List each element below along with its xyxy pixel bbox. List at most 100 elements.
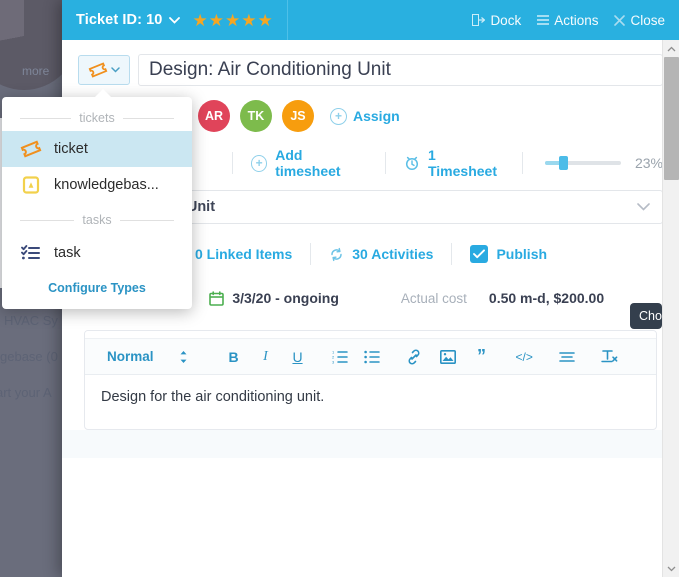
publish-label: Publish [496, 246, 548, 262]
add-timesheet-label: Add timesheet [275, 147, 341, 179]
italic-icon[interactable]: I [254, 344, 278, 370]
updown-caret-icon[interactable] [172, 344, 196, 370]
actual-cost-value: 0.50 m-d, $200.00 [488, 290, 605, 306]
editor-top-strip [85, 331, 656, 339]
refresh-icon [329, 247, 344, 262]
avatar-initials: JS [290, 109, 306, 123]
divider [119, 219, 174, 221]
popover-arrow [94, 89, 112, 98]
popover-section-header: tickets [2, 107, 192, 131]
ticket-icon [88, 61, 108, 79]
clear-format-icon[interactable] [597, 344, 622, 370]
actual-schedule-value: 3/3/20 - ongoing [232, 290, 339, 306]
section-title: tickets [79, 111, 115, 125]
popover-section-header: tasks [2, 203, 192, 233]
assign-button[interactable]: + Assign [330, 107, 400, 125]
close-label: Close [630, 12, 665, 28]
chevron-up-icon[interactable] [663, 40, 679, 57]
choose-tooltip: Choose [630, 303, 662, 329]
ticket-id-group[interactable]: Ticket ID: 10 ★ ★ ★ ★ ★ [62, 0, 288, 40]
bold-icon[interactable]: B [222, 344, 246, 370]
progress-slider-knob[interactable] [559, 156, 569, 170]
blockquote-icon[interactable]: ” [470, 344, 494, 370]
image-icon[interactable] [436, 344, 460, 370]
avatar-initials: TK [247, 109, 265, 123]
close-icon [614, 14, 626, 26]
star-icon[interactable]: ★ [209, 12, 224, 29]
modal-scrollbar[interactable] [662, 40, 679, 577]
star-icon[interactable]: ★ [241, 12, 256, 29]
bullet-list-icon[interactable] [360, 344, 384, 370]
title-row [62, 40, 679, 96]
dock-button[interactable]: Dock [472, 13, 521, 28]
activities-label: 30 Activities [352, 246, 434, 262]
editor-footer-space [62, 430, 679, 458]
divider [122, 117, 174, 119]
type-option-label: ticket [54, 141, 88, 157]
ticket-icon [20, 139, 42, 159]
clock-icon [404, 155, 420, 171]
divider [20, 219, 75, 221]
avatar[interactable]: JS [282, 100, 314, 132]
link-icon[interactable] [402, 344, 426, 370]
divider [20, 117, 72, 119]
avatar-initials: AR [204, 109, 224, 123]
description-content[interactable]: Design for the air conditioning unit. [85, 375, 656, 429]
timesheet-count-button[interactable]: 1 Timesheet [386, 147, 522, 179]
ticket-title-input[interactable] [138, 54, 663, 86]
menu-icon [537, 15, 550, 25]
publish-toggle[interactable]: Publish [452, 242, 565, 266]
bold-glyph: B [228, 348, 239, 365]
type-option-ticket[interactable]: ticket [2, 131, 192, 167]
section-title: tasks [82, 213, 112, 227]
type-option-task[interactable]: task [2, 233, 192, 271]
chevron-down-icon [637, 203, 650, 211]
underline-glyph: U [292, 348, 303, 365]
linked-items-button[interactable]: 0 Linked Items [172, 242, 310, 266]
star-icon[interactable]: ★ [257, 12, 272, 29]
star-icon[interactable]: ★ [225, 12, 240, 29]
code-icon[interactable]: </> [512, 344, 537, 370]
underline-icon[interactable]: U [286, 344, 310, 370]
circle-plus-icon: + [250, 154, 268, 172]
chevron-down-icon[interactable] [663, 560, 679, 577]
avatar[interactable]: AR [198, 100, 230, 132]
close-button[interactable]: Close [614, 13, 665, 28]
rating-stars[interactable]: ★ ★ ★ ★ ★ [192, 12, 272, 29]
description-editor: Normal B I U 123 ” </> Design for the ai… [84, 330, 657, 430]
configure-types-link[interactable]: Configure Types [2, 271, 192, 295]
italic-glyph: I [263, 348, 268, 364]
format-style-label: Normal [107, 349, 154, 364]
ordered-list-icon[interactable]: 123 [328, 344, 352, 370]
linked-items-label: 0 Linked Items [195, 246, 293, 262]
code-glyph: </> [515, 349, 533, 364]
progress-slider[interactable] [544, 156, 621, 170]
type-option-knowledgebase[interactable]: knowledgebas... [2, 167, 192, 203]
background-text-2: art your A [0, 385, 52, 400]
actions-button[interactable]: Actions [537, 13, 598, 28]
chevron-down-icon[interactable] [169, 16, 181, 24]
align-icon[interactable] [555, 344, 579, 370]
publish-checkbox[interactable] [470, 245, 489, 263]
header-actions: Dock Actions Close [472, 13, 679, 28]
knowledgebase-icon [20, 175, 42, 195]
description-editor-wrap: Normal B I U 123 ” </> Design for the ai… [62, 322, 679, 430]
add-timesheet-button[interactable]: + Add timesheet [233, 147, 385, 179]
star-icon[interactable]: ★ [192, 12, 207, 29]
assign-label: Assign [353, 108, 400, 124]
task-list-icon [20, 243, 42, 263]
progress-percent-label: 23% [634, 155, 663, 171]
format-style-button[interactable]: Normal [101, 344, 160, 370]
calendar-icon [209, 290, 225, 306]
modal-header: Ticket ID: 10 ★ ★ ★ ★ ★ Dock Actions Clo… [62, 0, 679, 40]
background-text-1: gebase (0 [0, 349, 58, 364]
avatar[interactable]: TK [240, 100, 272, 132]
type-option-label: task [54, 245, 81, 261]
activities-button[interactable]: 30 Activities [311, 242, 451, 266]
type-dropdown-popover: tickets ticket knowledgebas... tasks tas… [2, 89, 192, 309]
chevron-down-icon [111, 67, 120, 73]
type-selector-button[interactable] [78, 55, 130, 85]
dock-icon [472, 14, 486, 26]
progress-slider-group: 23% [523, 155, 663, 171]
scrollbar-thumb[interactable] [664, 57, 679, 180]
